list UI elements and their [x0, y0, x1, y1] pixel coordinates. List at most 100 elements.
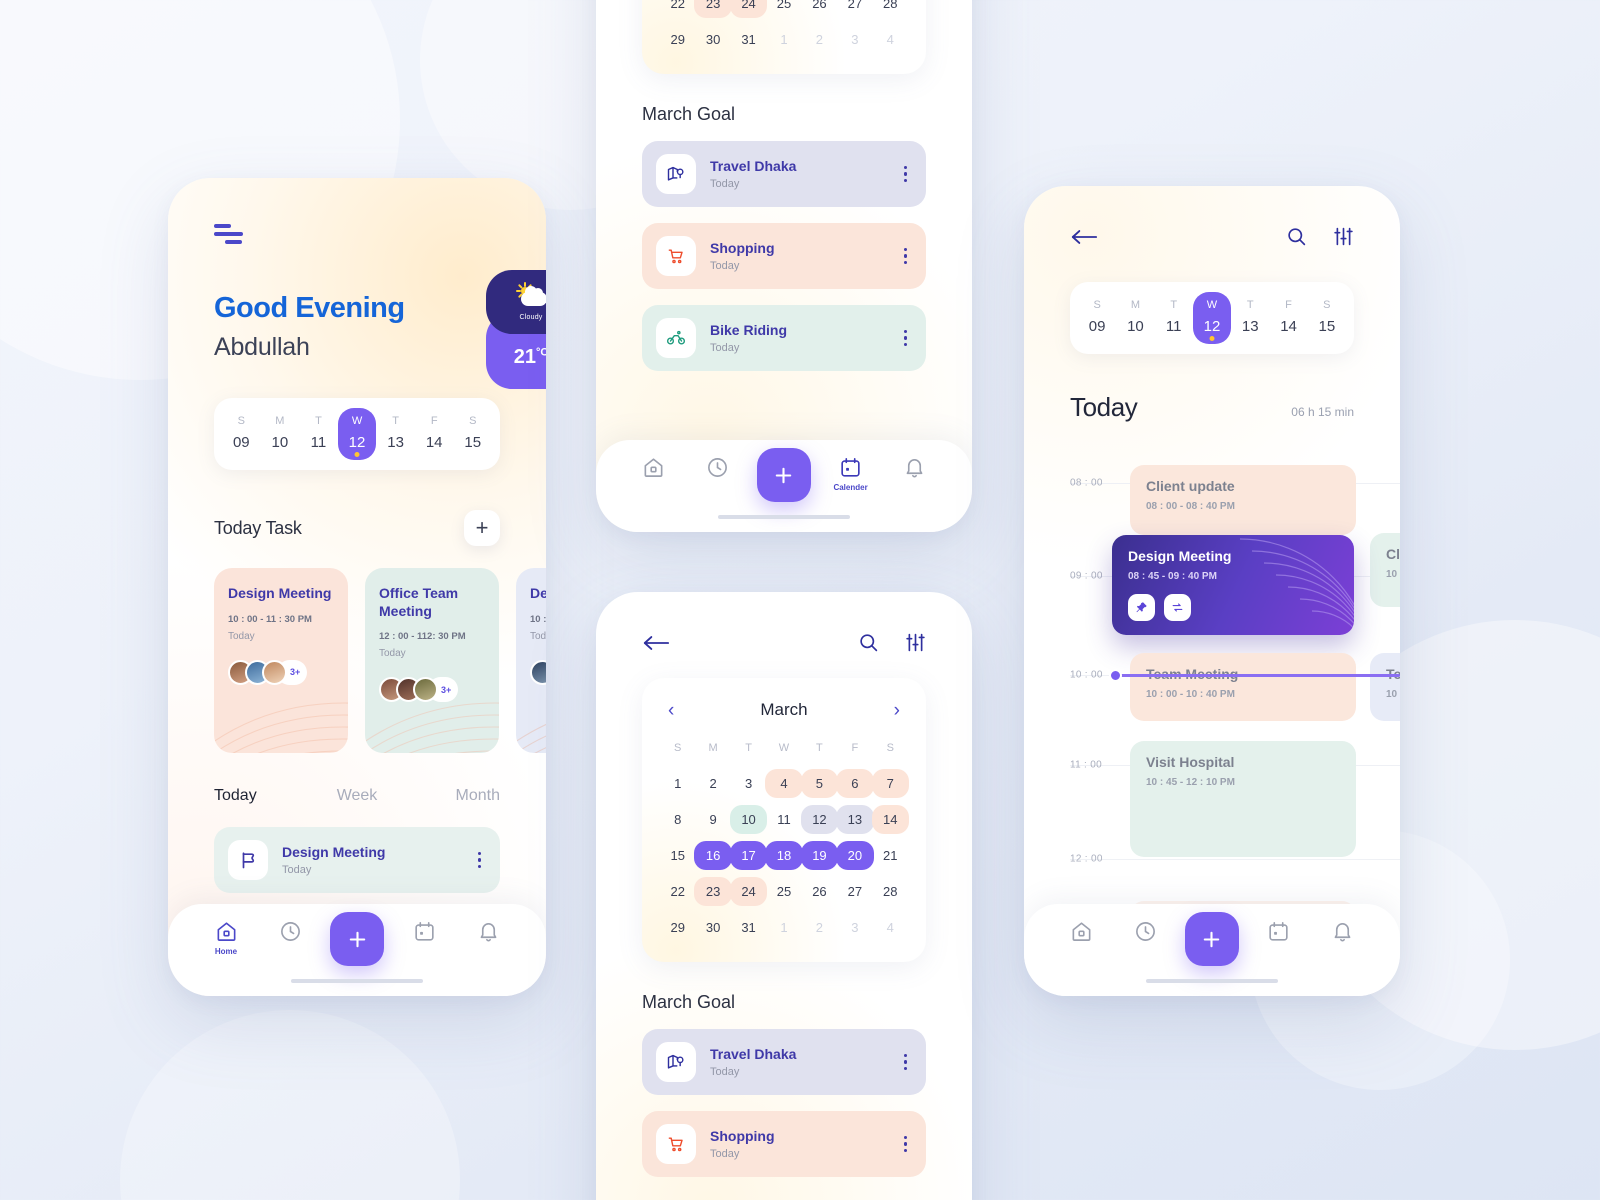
month-calendar-card[interactable]: ‹ March › S M T W T F S 1 2 3 4 5 6 7 8 — [642, 678, 926, 962]
calendar-day[interactable]: 4 — [873, 911, 908, 944]
goal-item[interactable]: Travel Dhaka Today — [642, 141, 926, 207]
calendar-day[interactable]: 25 — [766, 0, 801, 20]
range-tabs[interactable]: Today Week Month — [214, 787, 500, 805]
calendar-day[interactable]: 16 — [694, 839, 732, 872]
calendar-day[interactable]: 20 — [836, 839, 874, 872]
calendar-day[interactable]: 30 — [695, 911, 730, 944]
day-cell[interactable]: T 11 — [1155, 292, 1193, 344]
event-card[interactable]: Client update 08 : 00 - 08 : 40 PM — [1130, 465, 1356, 535]
calendar-day[interactable]: 12 — [800, 803, 839, 836]
event-card[interactable]: Team Meeting 10 : 00 - 10 : 40 PM — [1130, 653, 1356, 721]
back-arrow-icon[interactable] — [642, 634, 670, 657]
calendar-day[interactable]: 18 — [765, 839, 803, 872]
goal-item[interactable]: Shopping Today — [642, 223, 926, 289]
weather-widget[interactable]: Cloudy 21°C — [486, 270, 546, 389]
back-arrow-icon[interactable] — [1070, 228, 1098, 251]
goal-item[interactable]: Travel Dhaka Today — [642, 1029, 926, 1095]
calendar-day[interactable]: 8 — [660, 803, 695, 836]
add-task-button[interactable]: + — [464, 510, 500, 546]
day-cell[interactable]: F 14 — [1269, 292, 1307, 344]
calendar-day[interactable]: 2 — [802, 23, 837, 56]
calendar-day[interactable]: 29 — [660, 23, 695, 56]
month-calendar-card[interactable]: ‹ March › S M T W T F S 1 2 3 4 5 6 7 8 — [642, 0, 926, 74]
calendar-day[interactable]: 27 — [837, 875, 872, 908]
add-button-fab[interactable] — [756, 448, 811, 502]
calendar-day[interactable]: 11 — [766, 803, 801, 836]
calendar-day[interactable]: 3 — [837, 911, 872, 944]
search-icon[interactable] — [1286, 226, 1307, 252]
day-cell[interactable]: S 15 — [1308, 292, 1346, 344]
nav-item-home[interactable] — [630, 456, 678, 479]
calendar-grid[interactable]: S M T W T F S 1 2 3 4 5 6 7 8 9 10 11 12… — [660, 736, 909, 944]
goal-more-button[interactable] — [899, 329, 913, 347]
goal-more-button[interactable] — [899, 1135, 913, 1153]
goal-item[interactable]: Shopping Today — [642, 1111, 926, 1177]
day-cell[interactable]: T 13 — [1231, 292, 1269, 344]
calendar-day[interactable]: 7 — [871, 767, 909, 800]
calendar-day[interactable]: 23 — [694, 875, 732, 908]
calendar-day[interactable]: 31 — [731, 911, 766, 944]
calendar-day[interactable]: 4 — [765, 767, 803, 800]
repeat-icon[interactable] — [1164, 594, 1191, 621]
event-card-side[interactable]: Cli 10 : — [1370, 533, 1400, 607]
day-cell-selected[interactable]: W 12 — [1192, 292, 1232, 344]
calendar-day[interactable]: 10 — [729, 803, 768, 836]
calendar-grid[interactable]: S M T W T F S 1 2 3 4 5 6 7 8 9 10 11 12… — [660, 0, 908, 56]
search-icon[interactable] — [858, 632, 879, 658]
calendar-day[interactable]: 24 — [729, 875, 768, 908]
calendar-day[interactable]: 3 — [731, 767, 766, 800]
nav-item-clock[interactable] — [693, 456, 741, 479]
calendar-day[interactable]: 28 — [873, 0, 908, 20]
event-card-side[interactable]: Te 10 : — [1370, 653, 1400, 721]
nav-item-home[interactable] — [1058, 920, 1106, 943]
calendar-day[interactable]: 31 — [731, 23, 766, 56]
calendar-day[interactable]: 2 — [695, 767, 730, 800]
calendar-day[interactable]: 19 — [800, 839, 839, 872]
calendar-day[interactable]: 21 — [873, 839, 908, 872]
nav-item-notifications[interactable] — [890, 456, 938, 479]
calendar-day[interactable]: 1 — [660, 767, 695, 800]
calendar-day[interactable]: 22 — [660, 0, 695, 20]
calendar-day[interactable]: 30 — [695, 23, 730, 56]
nav-item-notifications[interactable] — [1318, 920, 1366, 943]
day-cell-selected[interactable]: W 12 — [337, 408, 377, 460]
schedule-day-selector[interactable]: S 09 M 10 T 11 W 12 T 13 F 14 S 15 — [1070, 282, 1354, 354]
task-card[interactable]: Design Meeting 10 : Tod — [516, 568, 546, 753]
nav-item-clock[interactable] — [266, 920, 314, 943]
calendar-day[interactable]: 9 — [695, 803, 730, 836]
nav-item-home[interactable]: Home — [202, 920, 250, 956]
sliders-icon[interactable] — [905, 632, 926, 658]
day-cell[interactable]: T 13 — [376, 408, 415, 460]
calendar-day[interactable]: 14 — [871, 803, 909, 836]
calendar-day[interactable]: 29 — [660, 911, 695, 944]
schedule-timeline[interactable]: 08 : 00 09 : 00 10 : 00 11 : 00 12 : 00 … — [1024, 445, 1400, 975]
calendar-day[interactable]: 15 — [660, 839, 695, 872]
calendar-day[interactable]: 26 — [802, 0, 837, 20]
nav-item-calendar[interactable] — [1255, 920, 1303, 943]
event-card[interactable]: Visit Hospital 10 : 45 - 12 : 10 PM — [1130, 741, 1356, 857]
day-cell[interactable]: S 09 — [1078, 292, 1116, 344]
tab-month[interactable]: Month — [405, 787, 500, 805]
home-day-selector[interactable]: S 09 M 10 T 11 W 12 T 13 F 14 S 15 — [214, 398, 500, 470]
list-item-more-button[interactable] — [473, 851, 487, 869]
goal-more-button[interactable] — [899, 165, 913, 183]
today-task-carousel[interactable]: Design Meeting 10 : 00 - 11 : 30 PM Toda… — [214, 568, 546, 753]
calendar-day[interactable]: 5 — [800, 767, 839, 800]
day-cell[interactable]: S 15 — [453, 408, 492, 460]
calendar-day[interactable]: 2 — [802, 911, 837, 944]
day-cell[interactable]: S 09 — [222, 408, 261, 460]
calendar-day[interactable]: 17 — [729, 839, 768, 872]
hamburger-menu-icon[interactable] — [214, 224, 244, 244]
goal-item[interactable]: Bike Riding Today — [642, 305, 926, 371]
tab-today[interactable]: Today — [214, 787, 309, 805]
task-card[interactable]: Office Team Meeting 12 : 00 - 112: 30 PM… — [365, 568, 499, 753]
calendar-day[interactable]: 4 — [873, 23, 908, 56]
calendar-day[interactable]: 27 — [837, 0, 872, 20]
calendar-day[interactable]: 1 — [766, 23, 801, 56]
sliders-icon[interactable] — [1333, 226, 1354, 252]
goal-more-button[interactable] — [899, 247, 913, 265]
pin-icon[interactable] — [1128, 594, 1155, 621]
day-cell[interactable]: M 10 — [261, 408, 300, 460]
calendar-day[interactable]: 3 — [837, 23, 872, 56]
nav-item-clock[interactable] — [1121, 920, 1169, 943]
